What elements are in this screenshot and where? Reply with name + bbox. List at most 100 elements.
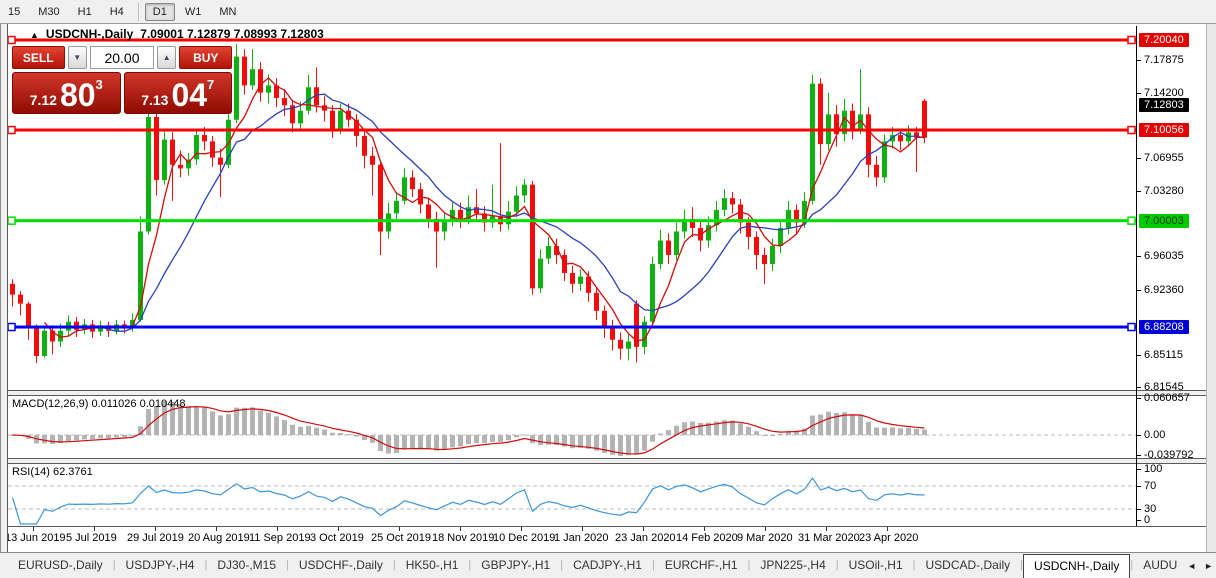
tab-audu[interactable]: AUDU: [1133, 553, 1187, 578]
rsi-chart: [8, 476, 1136, 525]
tab-scroll-arrows: ◄ ►: [1187, 553, 1216, 578]
horizontal-line: [8, 325, 1136, 329]
line-handle: [1127, 216, 1136, 225]
sell-price-small: 7.12: [29, 92, 57, 108]
date-label: 13 Jun 2019: [5, 532, 66, 544]
chart-title: ▲ USDCNH-,Daily 7.09001 7.12879 7.08993 …: [30, 27, 324, 41]
tab-usdcad-daily[interactable]: USDCAD-,Daily: [915, 553, 1020, 578]
date-label: 3 Oct 2019: [310, 532, 364, 544]
line-handle: [8, 125, 16, 135]
period-button-h1[interactable]: H1: [70, 3, 100, 21]
buy-price-small: 7.13: [141, 92, 169, 108]
tab-usdcnh-daily[interactable]: USDCNH-,Daily: [1023, 554, 1131, 578]
volume-input[interactable]: [90, 46, 154, 69]
macd-tick-label: -0.039792: [1137, 449, 1194, 462]
window-right-edge: [1206, 24, 1216, 552]
time-axis: 13 Jun 2019 5 Jul 2019 29 Jul 2019 20 Aug 2…: [0, 526, 1206, 553]
triangle-down-icon: ▼: [73, 53, 82, 62]
rsi-tick-label: 0: [1137, 514, 1150, 527]
toolbar-separator: [137, 2, 139, 21]
date-label: 11 Sep 2019: [249, 532, 311, 544]
time-tick: [643, 527, 644, 531]
tab-eurusd-daily[interactable]: EURUSD-,Daily: [8, 553, 113, 578]
tab-scroll-left-button[interactable]: ◄: [1187, 561, 1196, 571]
tab-hk50-h1[interactable]: HK50-,H1: [396, 553, 469, 578]
date-label: 9 Mar 2020: [737, 532, 793, 544]
line-handle: [1127, 35, 1136, 45]
date-label: 31 Mar 2020: [798, 532, 860, 544]
time-tick: [826, 527, 827, 531]
pane-separator[interactable]: [0, 458, 1206, 464]
date-label: 18 Nov 2019: [432, 532, 495, 544]
time-tick: [155, 527, 156, 531]
macd-indicator-pane[interactable]: MACD(12,26,9) 0.011026 0.010448: [8, 396, 1136, 458]
tab-scroll-right-button[interactable]: ►: [1204, 561, 1213, 571]
period-button-w1[interactable]: W1: [177, 3, 210, 21]
period-button-h4[interactable]: H4: [102, 3, 132, 21]
tab-cadjpy-h1[interactable]: CADJPY-,H1: [563, 553, 652, 578]
price-tick-label: 6.92360: [1137, 284, 1184, 297]
line-price-label: 7.00003: [1139, 214, 1189, 228]
tab-usdchf-daily[interactable]: USDCHF-,Daily: [289, 553, 393, 578]
pane-separator[interactable]: [0, 390, 1206, 396]
price-tick-label: 7.17875: [1137, 54, 1184, 67]
line-price-label: 6.88208: [1139, 320, 1189, 334]
price-tick-label: 7.06955: [1137, 152, 1184, 165]
tab-eurchf-h1[interactable]: EURCHF-,H1: [655, 553, 748, 578]
rsi-tick-label: 70: [1137, 480, 1156, 493]
tab-gbpjpy-h1[interactable]: GBPJPY-,H1: [471, 553, 560, 578]
time-tick: [399, 527, 400, 531]
tab-usoil-h1[interactable]: USOil-,H1: [839, 553, 913, 578]
collapse-arrow-icon[interactable]: ▲: [30, 30, 39, 40]
sell-price-sup: 3: [95, 77, 103, 92]
tab-dj30-m15[interactable]: DJ30-,M15: [207, 553, 286, 578]
period-button-15[interactable]: 15: [0, 3, 28, 21]
line-handle: [8, 322, 16, 332]
price-tick-label: 7.03280: [1137, 185, 1184, 198]
date-label: 20 Aug 2019: [188, 532, 250, 544]
sell-price-display[interactable]: 7.12 80 3: [12, 72, 121, 114]
macd-tick-label: 0.00: [1137, 429, 1165, 442]
sell-price-big: 80: [59, 77, 96, 113]
price-chart-pane[interactable]: ▲ USDCNH-,Daily 7.09001 7.12879 7.08993 …: [8, 26, 1136, 390]
time-tick: [582, 527, 583, 531]
current-price-label: 7.12803: [1139, 98, 1189, 112]
chart-window: ▲ USDCNH-,Daily 7.09001 7.12879 7.08993 …: [0, 24, 1216, 552]
buy-price-sup: 7: [207, 77, 215, 92]
buy-button[interactable]: BUY: [179, 46, 232, 69]
period-button-m30[interactable]: M30: [30, 3, 67, 21]
date-label: 29 Jul 2019: [127, 532, 184, 544]
date-label: 23 Apr 2020: [859, 532, 919, 544]
time-tick: [94, 527, 95, 531]
rsi-indicator-pane[interactable]: RSI(14) 62.3761: [8, 464, 1136, 526]
price-tick-label: 6.85115: [1137, 349, 1183, 362]
macd-tick-label: 0.060657: [1137, 392, 1190, 405]
rsi-line: [11, 476, 925, 525]
date-label: 23 Jan 2020: [615, 532, 676, 544]
volume-increase-button[interactable]: ▲: [157, 46, 177, 69]
volume-decrease-button[interactable]: ▼: [67, 46, 87, 69]
buy-price-display[interactable]: 7.13 04 7: [123, 72, 232, 114]
date-label: 5 Jul 2019: [66, 532, 117, 544]
line-handle: [1127, 322, 1136, 332]
line-price-label: 7.20040: [1139, 33, 1189, 47]
time-tick: [33, 527, 34, 531]
period-button-mn[interactable]: MN: [211, 3, 244, 21]
time-tick: [338, 527, 339, 531]
buy-price-big: 04: [171, 77, 208, 113]
chart-ohlc-values: 7.09001 7.12879 7.08993 7.12803: [140, 27, 324, 41]
sell-button[interactable]: SELL: [12, 46, 65, 69]
tab-jpn225-h4[interactable]: JPN225-,H4: [750, 553, 835, 578]
chart-tabs-bar: EURUSD-,Daily | USDJPY-,H4 | DJ30-,M15 | USDCH…: [0, 552, 1216, 578]
one-click-trading-panel: SELL ▼ ▲ BUY 7.12 80 3 7.13 04: [12, 46, 232, 114]
period-button-d1[interactable]: D1: [144, 2, 175, 21]
line-handle: [8, 35, 16, 45]
date-label: 10 Dec 2019: [493, 532, 556, 544]
chart-symbol-title: USDCNH-,Daily: [45, 27, 134, 41]
triangle-up-icon: ▲: [162, 53, 171, 62]
time-tick: [216, 527, 217, 531]
line-price-label: 7.10056: [1139, 123, 1189, 137]
rsi-tick-label: 100: [1137, 463, 1162, 476]
price-tick-label: 6.96035: [1137, 250, 1184, 263]
tab-usdjpy-h4[interactable]: USDJPY-,H4: [116, 553, 205, 578]
